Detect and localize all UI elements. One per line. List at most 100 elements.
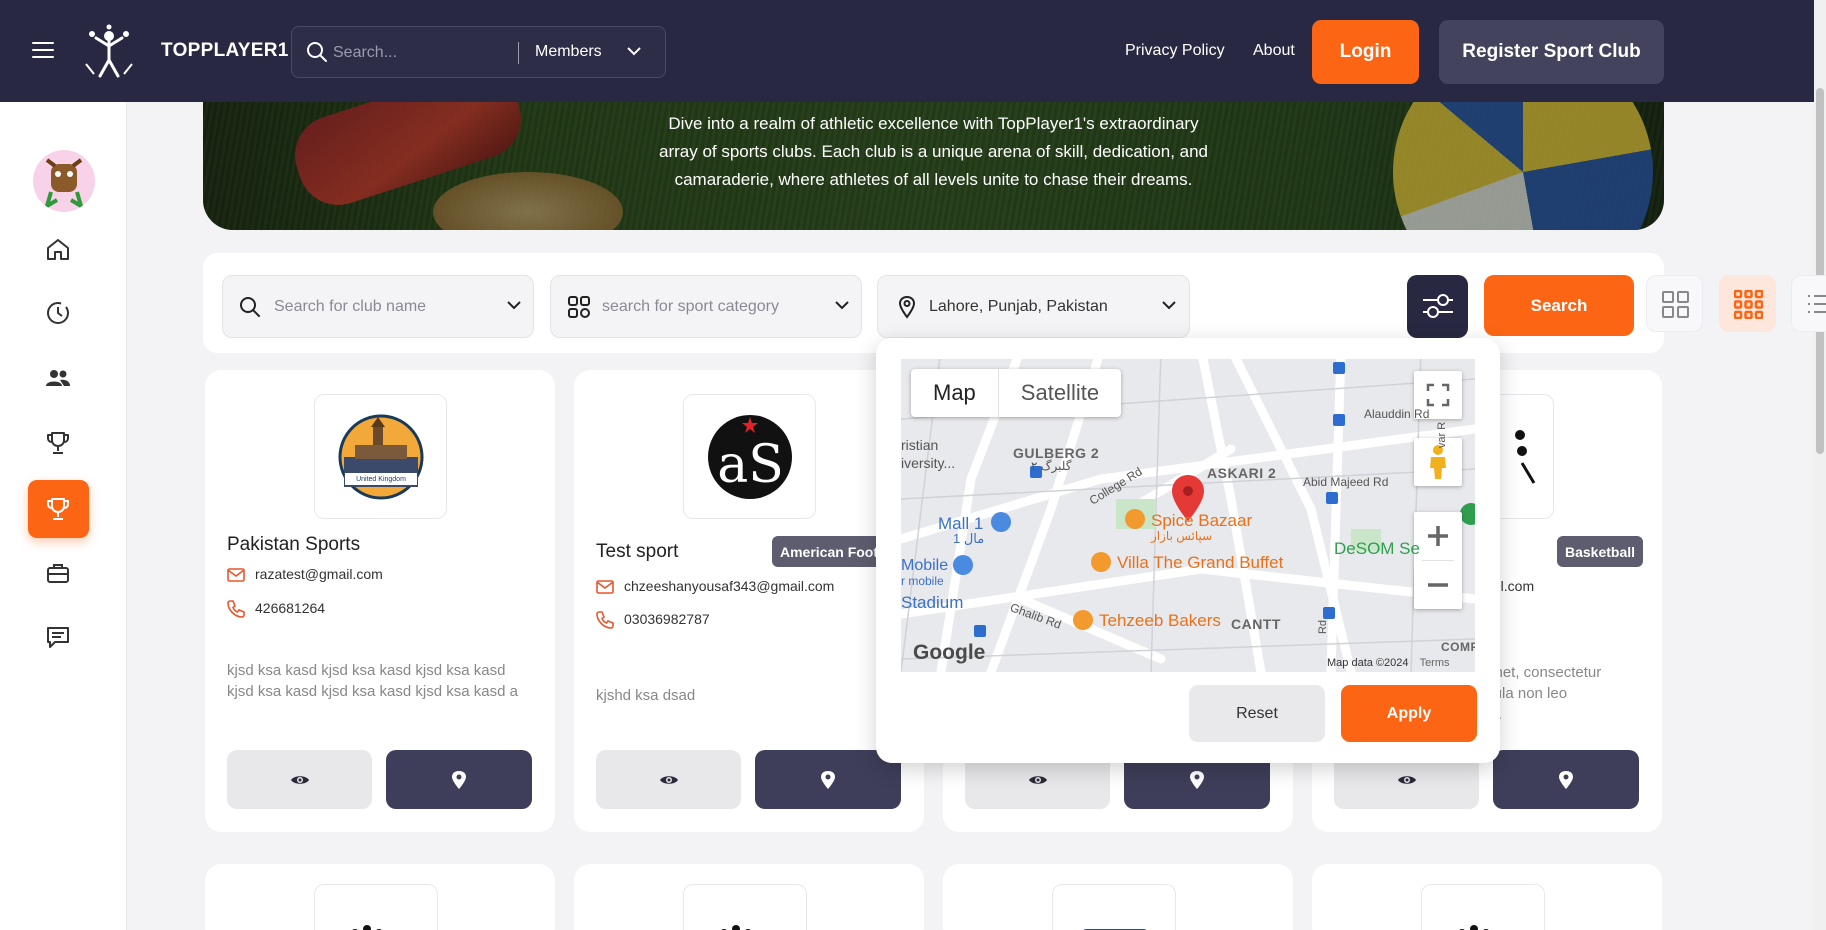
hero-line: Dive into a realm of athletic excellence… — [668, 114, 1199, 133]
location-select[interactable]: Lahore, Punjab, Pakistan — [877, 275, 1190, 338]
club-email-text[interactable]: chzeeshanyousaf343@gmail.com — [624, 578, 834, 594]
chevron-down-icon[interactable] — [507, 301, 521, 310]
privacy-policy-link[interactable]: Privacy Policy — [1125, 42, 1225, 60]
map-type-satellite[interactable]: Satellite — [997, 369, 1121, 417]
grid-small-view-button[interactable] — [1719, 275, 1776, 332]
location-value[interactable]: Lahore, Punjab, Pakistan — [929, 298, 1108, 316]
map-poi-villa-grand-buffet[interactable]: Villa The Grand Buffet — [1117, 553, 1283, 573]
club-name-input[interactable]: Search for club name — [274, 298, 426, 316]
location-pin-icon — [452, 770, 466, 789]
trophy-icon — [47, 498, 69, 520]
search-button[interactable]: Search — [1484, 275, 1634, 336]
map-label: ASKARI 2 — [1207, 465, 1277, 481]
location-pin-icon — [1559, 770, 1573, 789]
club-logo — [1421, 884, 1545, 930]
plus-icon — [1428, 526, 1448, 546]
sport-category-input[interactable]: search for sport category — [602, 298, 779, 316]
club-description-line: amet, consectetur — [1482, 664, 1602, 681]
page-scrollbar[interactable] — [1814, 0, 1826, 930]
divider — [518, 42, 519, 64]
phone-icon — [227, 600, 245, 619]
zoom-in-button[interactable] — [1414, 512, 1462, 560]
club-card: United Kingdom Pakistan Sports razatest@… — [205, 370, 555, 832]
club-title[interactable]: Test sport — [596, 541, 678, 563]
map-label: var R — [1436, 421, 1449, 449]
member-search-box[interactable]: Search... Members — [291, 26, 666, 78]
apply-button[interactable]: Apply — [1341, 685, 1477, 742]
map-type-map[interactable]: Map — [911, 369, 998, 417]
eye-icon — [1028, 775, 1047, 784]
reset-button[interactable]: Reset — [1189, 685, 1325, 742]
map-label: Rd — [1317, 619, 1330, 635]
view-club-button[interactable] — [596, 750, 741, 809]
google-logo-text: Google — [913, 641, 986, 664]
list-view-button[interactable] — [1791, 275, 1826, 332]
category-grid-icon — [568, 296, 590, 318]
grid-large-view-button[interactable] — [1646, 275, 1703, 332]
hero-banner: Dive into a realm of athletic excellence… — [203, 102, 1664, 230]
club-logo: aS — [683, 394, 816, 519]
map-label: r mobile — [901, 574, 944, 588]
club-card: aS Test sport American Footb chzeeshanyo… — [574, 370, 924, 832]
club-card — [574, 864, 924, 930]
grid-2x2-icon — [1662, 291, 1689, 318]
email-icon — [227, 568, 245, 583]
view-club-button[interactable] — [227, 750, 372, 809]
search-input[interactable]: Search... — [333, 44, 397, 62]
hero-description: Dive into a realm of athletic excellence… — [203, 110, 1664, 194]
map-poi-spice-bazaar[interactable]: Spice Bazaar — [1151, 511, 1252, 531]
zoom-out-button[interactable] — [1414, 561, 1462, 609]
brand-name[interactable]: TOPPLAYER1 — [161, 40, 289, 62]
trophy-icon[interactable] — [45, 430, 71, 456]
map-label: Abid Majeed Rd — [1303, 475, 1389, 489]
club-email-text[interactable]: razatest@gmail.com — [255, 566, 383, 582]
club-description: kjsd ksa kasd kjsd ksa kasd kjsd ksa kas… — [227, 662, 518, 700]
chevron-down-icon[interactable] — [835, 301, 849, 310]
map-label: COMP — [1441, 640, 1475, 654]
map-label: CANTT — [1231, 616, 1281, 632]
club-location-button[interactable] — [386, 750, 532, 809]
avatar[interactable] — [33, 150, 95, 212]
scrollbar-thumb[interactable] — [1816, 88, 1824, 454]
sport-category-select[interactable]: search for sport category — [550, 275, 862, 338]
location-pin-icon — [821, 770, 835, 789]
club-description: amet, consectetur igula non leo nc. — [1482, 662, 1652, 725]
map-type-toggle[interactable]: Map Satellite — [911, 369, 1122, 417]
club-location-button[interactable] — [1493, 750, 1639, 809]
map-poi-tehzeeb-bakers[interactable]: Tehzeeb Bakers — [1099, 611, 1221, 631]
eye-icon — [290, 775, 309, 784]
club-card — [943, 864, 1293, 930]
eye-icon — [659, 775, 678, 784]
club-logo-image — [1459, 925, 1489, 930]
club-logo-caption: United Kingdom — [356, 476, 406, 483]
map-terms-link[interactable]: Terms — [1420, 657, 1450, 669]
club-logo-image — [1083, 929, 1147, 930]
history-icon[interactable] — [45, 300, 71, 326]
club-logo-mark: aS — [717, 435, 784, 495]
logo-icon — [85, 24, 133, 78]
phone-icon — [596, 611, 614, 630]
hamburger-menu-icon[interactable] — [32, 42, 54, 60]
club-title[interactable]: Pakistan Sports — [227, 534, 360, 556]
club-phone: 426681264 — [227, 600, 325, 619]
users-icon[interactable] — [45, 365, 71, 391]
club-name-select[interactable]: Search for club name — [222, 275, 534, 338]
map-view[interactable]: Map Satellite ristian iversity... GULBER… — [901, 359, 1475, 672]
club-logo-image — [338, 414, 424, 500]
login-button[interactable]: Login — [1312, 20, 1419, 84]
sidebar-item-clubs-active[interactable] — [28, 480, 89, 538]
grid-3x3-icon — [1734, 290, 1763, 319]
home-icon[interactable] — [45, 236, 71, 262]
briefcase-icon[interactable] — [45, 560, 71, 586]
search-scope-select[interactable]: Members — [535, 43, 602, 61]
chevron-down-icon[interactable] — [1162, 301, 1176, 310]
register-sport-club-button[interactable]: Register Sport Club — [1439, 20, 1664, 84]
club-location-button[interactable] — [755, 750, 901, 809]
filter-settings-button[interactable] — [1407, 275, 1468, 338]
club-logo-image — [352, 925, 382, 930]
chevron-down-icon[interactable] — [627, 47, 641, 56]
about-link[interactable]: About — [1253, 42, 1295, 60]
sliders-icon — [1423, 294, 1453, 318]
map-label: ristian — [901, 437, 939, 453]
chat-icon[interactable] — [45, 624, 71, 650]
